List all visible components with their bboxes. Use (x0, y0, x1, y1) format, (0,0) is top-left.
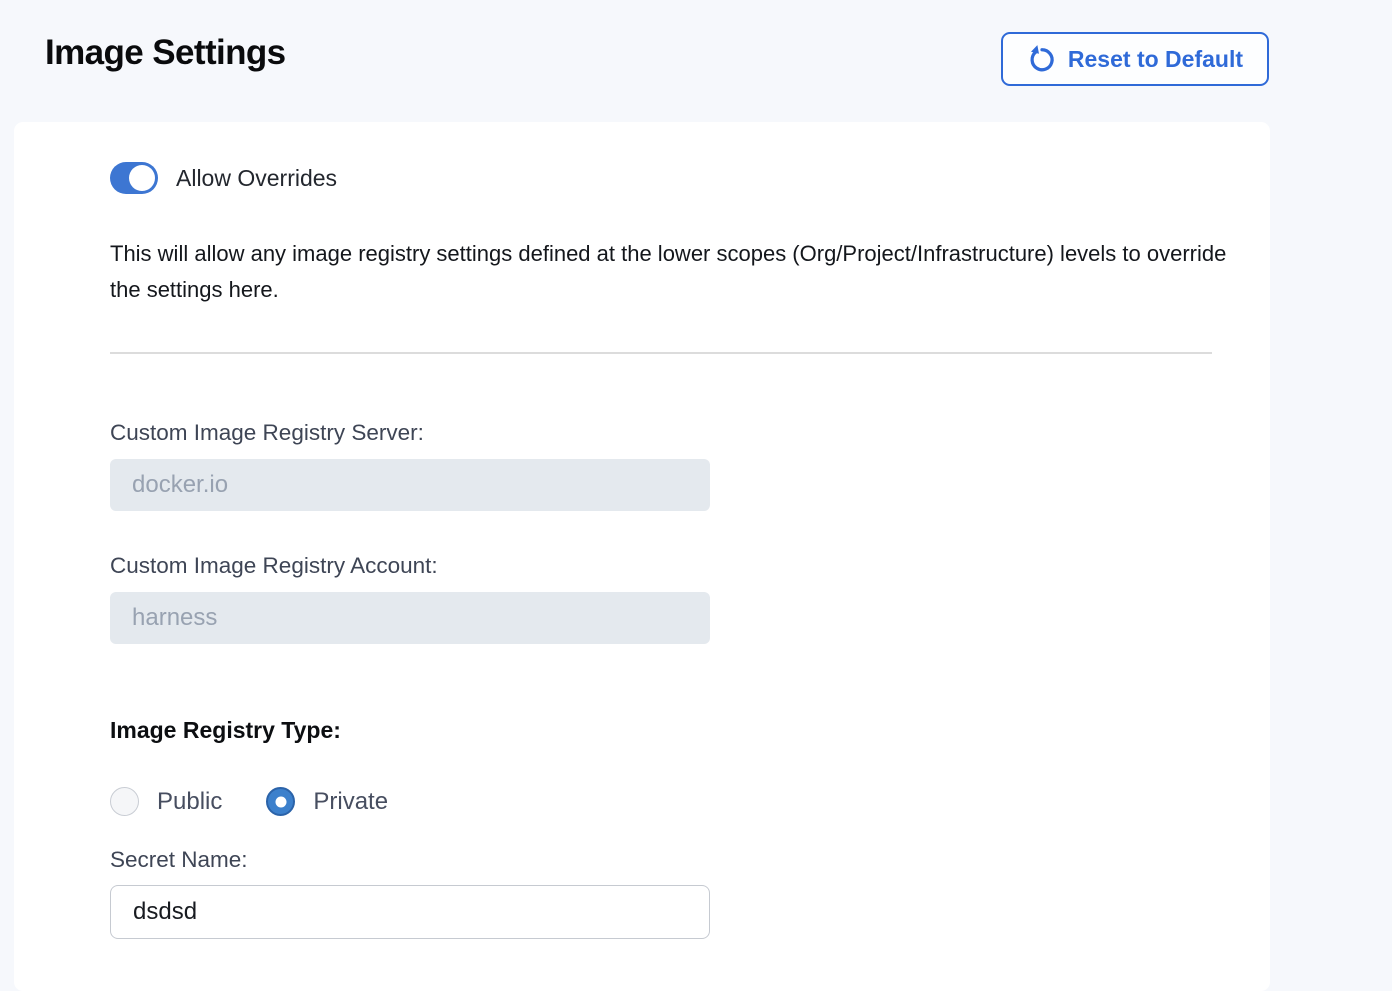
registry-server-input (110, 459, 710, 511)
radio-option-private[interactable]: Private (266, 787, 388, 816)
overrides-description: This will allow any image registry setti… (110, 236, 1230, 308)
reset-icon (1027, 44, 1057, 74)
private-radio-icon[interactable] (266, 787, 295, 816)
section-divider (110, 352, 1212, 354)
registry-type-radio-group: Public Private (110, 787, 1270, 816)
private-radio-label: Private (313, 788, 388, 816)
registry-account-input (110, 592, 710, 644)
toggle-knob-icon (129, 165, 155, 191)
registry-account-field: Custom Image Registry Account: (110, 553, 1270, 644)
registry-account-label: Custom Image Registry Account: (110, 553, 1270, 579)
registry-server-field: Custom Image Registry Server: (110, 420, 1270, 511)
radio-option-public[interactable]: Public (110, 787, 222, 816)
page-header: Image Settings Reset to Default (0, 0, 1392, 122)
secret-name-label: Secret Name: (110, 847, 1270, 873)
public-radio-label: Public (157, 788, 222, 816)
reset-to-default-button[interactable]: Reset to Default (1001, 32, 1269, 86)
page-title: Image Settings (45, 33, 286, 73)
secret-name-field: Secret Name: (110, 847, 1270, 939)
public-radio-icon[interactable] (110, 787, 139, 816)
image-settings-panel: Allow Overrides This will allow any imag… (14, 122, 1270, 991)
allow-overrides-row: Allow Overrides (110, 162, 1270, 194)
registry-server-label: Custom Image Registry Server: (110, 420, 1270, 446)
allow-overrides-label: Allow Overrides (176, 165, 337, 192)
allow-overrides-toggle[interactable] (110, 162, 158, 194)
reset-button-label: Reset to Default (1068, 46, 1243, 73)
registry-type-heading: Image Registry Type: (110, 717, 1270, 744)
secret-name-input[interactable] (110, 885, 710, 939)
